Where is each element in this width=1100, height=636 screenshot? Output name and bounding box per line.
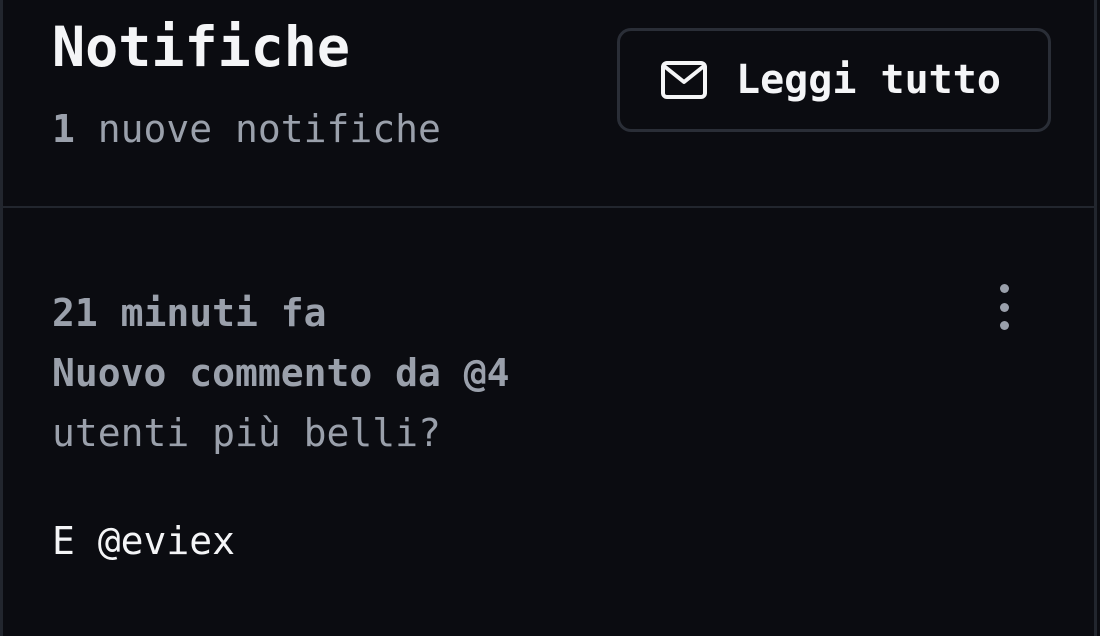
- kebab-menu-icon[interactable]: [987, 284, 1021, 330]
- read-all-button[interactable]: Leggi tutto: [617, 28, 1051, 132]
- read-all-label: Leggi tutto: [736, 57, 1001, 103]
- mail-icon: [661, 61, 707, 99]
- page-title: Notifiche: [52, 15, 351, 79]
- kebab-dot: [999, 302, 1009, 312]
- kebab-dot: [999, 321, 1009, 330]
- notification-title: Nuovo commento da @4: [52, 351, 510, 395]
- notifications-header: Notifiche 1 nuove notifiche Leggi tutto: [3, 0, 1094, 208]
- new-notifications-summary: 1 nuove notifiche: [52, 104, 441, 154]
- notification-author: E @eviex: [52, 519, 236, 563]
- new-notifications-count: 1: [52, 107, 75, 151]
- notifications-panel: Notifiche 1 nuove notifiche Leggi tutto …: [0, 0, 1097, 636]
- notification-body: utenti più belli?: [52, 411, 441, 455]
- kebab-dot: [999, 284, 1009, 293]
- notification-time: 21 minuti fa: [52, 291, 327, 335]
- new-notifications-label: nuove notifiche: [74, 107, 441, 151]
- notification-item[interactable]: 21 minuti fa Nuovo commento da @4 utenti…: [3, 208, 1094, 636]
